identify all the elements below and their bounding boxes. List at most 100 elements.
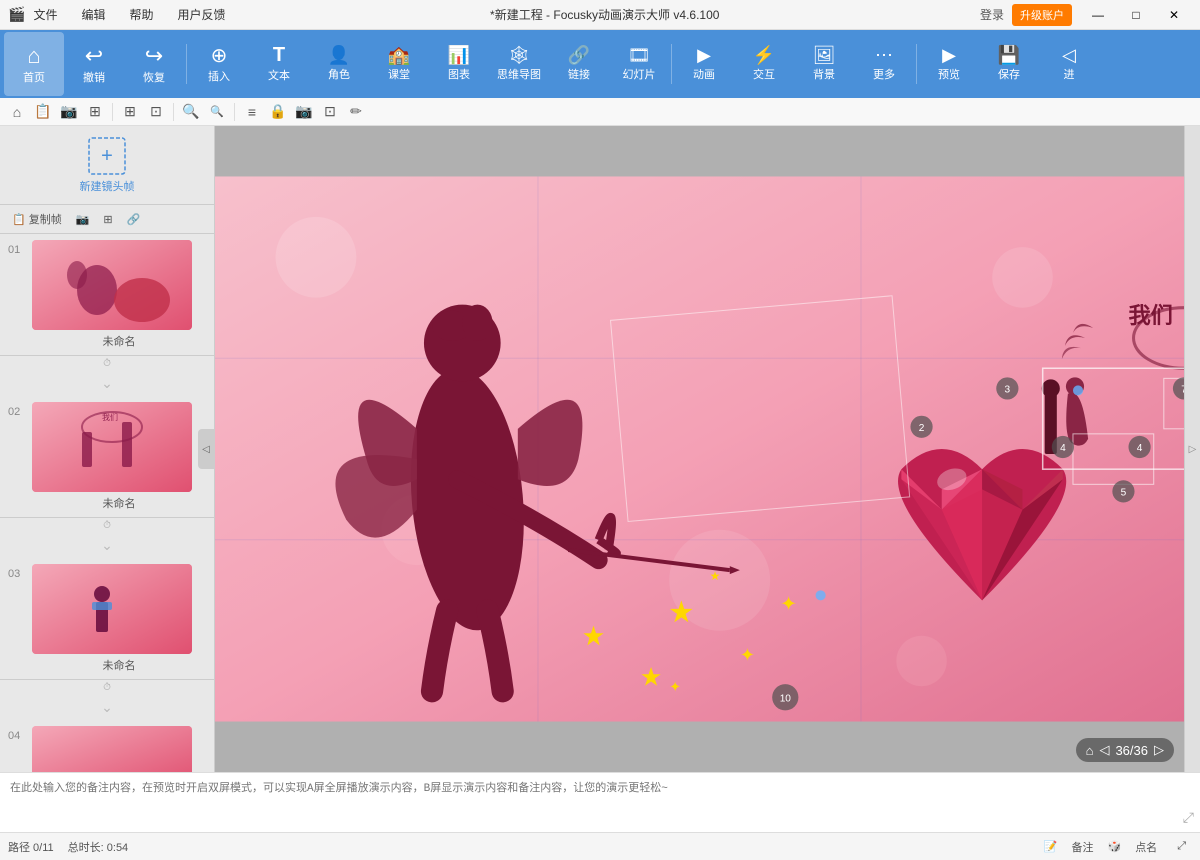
points-button[interactable]: 点名 xyxy=(1129,837,1163,857)
panel-collapse-button[interactable]: ◁ xyxy=(198,429,214,469)
slide-thumb-1 xyxy=(32,240,192,330)
character-icon: 👤 xyxy=(328,45,350,66)
mindmap-icon: 🕸 xyxy=(508,45,531,66)
copy-frame-button[interactable]: 📋 复制帧 xyxy=(8,209,66,229)
copy-icon: 📋 xyxy=(12,213,26,226)
nav-next-button[interactable]: ▷ xyxy=(1154,742,1164,758)
tool-undo-label: 撤销 xyxy=(83,72,105,85)
slide-inner-3: 未命名 xyxy=(32,564,206,673)
tool-link[interactable]: 🔗 链接 xyxy=(549,32,609,96)
tool-chart-label: 图表 xyxy=(448,69,470,82)
menu-edit[interactable]: 编辑 xyxy=(77,4,109,25)
undo-icon: ↩ xyxy=(85,43,103,69)
window-controls[interactable]: — □ ✕ xyxy=(1080,2,1192,28)
redo-icon: ↪ xyxy=(145,43,163,69)
slide-label-2: 未命名 xyxy=(32,495,206,511)
upgrade-button[interactable]: 升级账户 xyxy=(1012,4,1072,26)
menu-feedback[interactable]: 用户反馈 xyxy=(173,4,229,25)
window-title: *新建工程 - Focusky动画演示大师 v4.6.100 xyxy=(230,6,980,23)
animation-icon: ▶ xyxy=(697,45,711,66)
close-button[interactable]: ✕ xyxy=(1156,2,1192,28)
tool-background[interactable]: 🖼 背景 xyxy=(794,32,854,96)
chart-icon: 📊 xyxy=(448,45,470,66)
sub-camera-icon[interactable]: 📷 xyxy=(58,101,80,123)
tool-background-label: 背景 xyxy=(813,69,835,82)
insert-icon: ⊕ xyxy=(211,43,228,68)
tool-slideshow[interactable]: 🎞 幻灯片 xyxy=(609,32,669,96)
menu-bar[interactable]: 文件 编辑 帮助 用户反馈 xyxy=(29,4,229,25)
collapse-left-icon: ◁ xyxy=(202,444,210,455)
tool-preview[interactable]: ▶ 预览 xyxy=(919,32,979,96)
tool-classroom[interactable]: 🏫 课堂 xyxy=(369,32,429,96)
right-panel-toggle[interactable]: ▷ xyxy=(1184,126,1200,772)
link-frame-icon: 🔗 xyxy=(127,213,141,226)
tool-mindmap[interactable]: 🕸 思维导图 xyxy=(489,32,549,96)
slide-item-1[interactable]: 01 xyxy=(0,234,214,371)
svg-text:✦: ✦ xyxy=(740,645,755,665)
svg-text:★: ★ xyxy=(710,569,721,583)
sub-grid-icon[interactable]: ⊞ xyxy=(84,101,106,123)
tool-insert[interactable]: ⊕ 插入 xyxy=(189,32,249,96)
tool-save[interactable]: 💾 保存 xyxy=(979,32,1039,96)
sub-fit-icon[interactable]: ⊞ xyxy=(119,101,141,123)
notes-icon: 📝 xyxy=(1044,840,1058,853)
arrow-down-2: ⌄ xyxy=(101,537,113,554)
new-frame-button[interactable]: + 新建镜头帧 xyxy=(0,126,214,205)
resize-button[interactable]: ⊞ xyxy=(99,211,116,228)
login-button[interactable]: 登录 xyxy=(980,6,1004,23)
tool-animation[interactable]: ▶ 动画 xyxy=(674,32,734,96)
slide-timer-1: ⏱ xyxy=(0,356,214,371)
tool-redo[interactable]: ↪ 恢复 xyxy=(124,32,184,96)
sub-target-icon[interactable]: ⊡ xyxy=(319,101,341,123)
tool-home[interactable]: ⌂ 首页 xyxy=(4,32,64,96)
expand-bottom-button[interactable]: ⤢ xyxy=(1171,838,1192,855)
canvas-area[interactable]: ✦ ✦ ✦ ★ 我们 xyxy=(215,126,1184,772)
menu-file[interactable]: 文件 xyxy=(29,4,61,25)
sub-photo-icon[interactable]: 📷 xyxy=(293,101,315,123)
minimize-button[interactable]: — xyxy=(1080,2,1116,28)
slide-item-4[interactable]: 04 xyxy=(0,720,214,772)
maximize-button[interactable]: □ xyxy=(1118,2,1154,28)
slide-preview-3 xyxy=(32,564,192,654)
bottom-bar: 路径 0/11 总时长: 0:54 📝 备注 🎲 点名 ⤢ xyxy=(0,832,1200,860)
notes-input[interactable] xyxy=(10,779,1190,827)
sub-zoomin-icon[interactable]: 🔍 xyxy=(180,101,202,123)
slide-num-1: 01 xyxy=(8,244,26,349)
slide-item-3[interactable]: 03 xyxy=(0,558,214,695)
path-info: 路径 0/11 xyxy=(8,839,54,855)
svg-text:4: 4 xyxy=(1060,443,1066,454)
slideshow-icon: 🎞 xyxy=(628,45,651,66)
tool-character[interactable]: 👤 角色 xyxy=(309,32,369,96)
camera-icon: 📷 xyxy=(76,213,90,226)
sub-copy-icon[interactable]: 📋 xyxy=(32,101,54,123)
tool-back[interactable]: ◁ 进 xyxy=(1039,32,1099,96)
sub-zoomout-icon[interactable]: 🔍 xyxy=(206,101,228,123)
tool-text[interactable]: T 文本 xyxy=(249,32,309,96)
slide-item-2[interactable]: 02 xyxy=(0,396,214,533)
sub-home-icon[interactable]: ⌂ xyxy=(6,101,28,123)
nav-overlay: ⌂ ◁ 36/36 ▷ xyxy=(1076,738,1174,762)
timer-icon-3: ⏱ xyxy=(103,682,111,693)
expand-icon[interactable]: ⤢ xyxy=(1183,809,1194,826)
sub-edit-icon[interactable]: ✏ xyxy=(345,101,367,123)
text-icon: T xyxy=(273,44,285,67)
timer-icon-1: ⏱ xyxy=(103,358,111,369)
back-icon: ◁ xyxy=(1062,45,1076,66)
nav-prev-button[interactable]: ◁ xyxy=(1099,742,1109,758)
sub-frame-icon[interactable]: ⊡ xyxy=(145,101,167,123)
tool-chart[interactable]: 📊 图表 xyxy=(429,32,489,96)
notes-button[interactable]: 备注 xyxy=(1065,837,1099,857)
sub-lock-icon[interactable]: 🔒 xyxy=(267,101,289,123)
slide-num-4: 04 xyxy=(8,730,26,772)
tool-more[interactable]: ⋯ 更多 xyxy=(854,32,914,96)
tool-undo[interactable]: ↩ 撤销 xyxy=(64,32,124,96)
slide-num-3: 03 xyxy=(8,568,26,673)
arrow-down-3: ⌄ xyxy=(101,699,113,716)
sub-align-icon[interactable]: ≡ xyxy=(241,101,263,123)
menu-help[interactable]: 帮助 xyxy=(125,4,157,25)
tool-interact[interactable]: ⚡ 交互 xyxy=(734,32,794,96)
nav-home-icon[interactable]: ⌂ xyxy=(1086,743,1094,758)
link-frame-button[interactable]: 🔗 xyxy=(123,211,145,228)
camera-button[interactable]: 📷 xyxy=(72,211,94,228)
tool-text-label: 文本 xyxy=(268,70,290,83)
